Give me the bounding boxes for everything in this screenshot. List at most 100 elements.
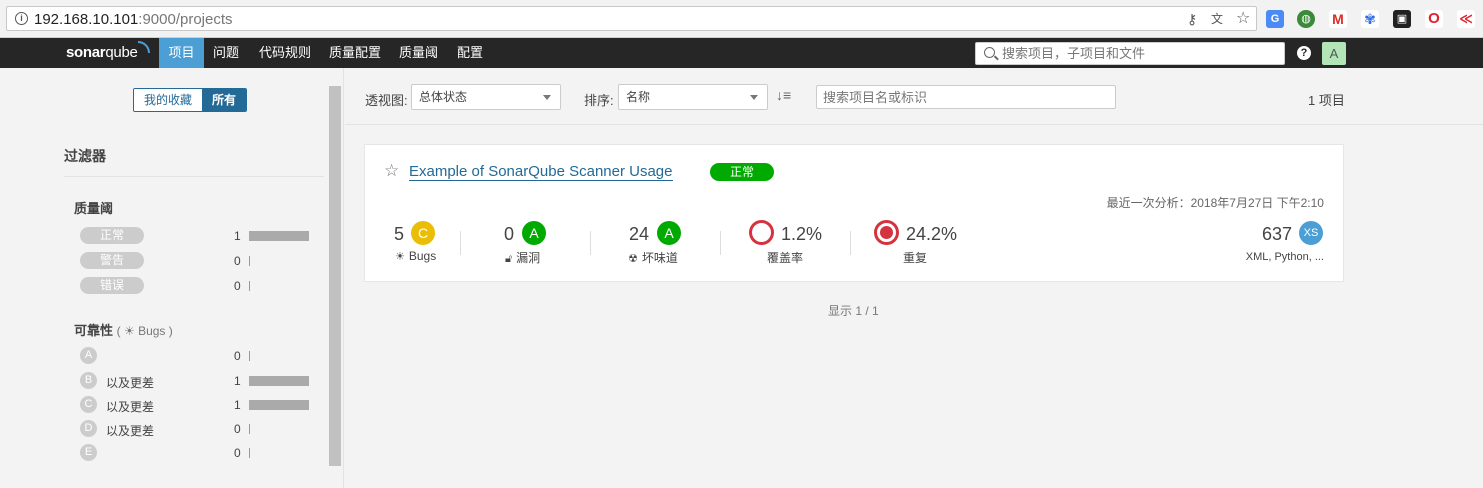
translate-icon[interactable]: 文 [1211, 11, 1223, 27]
filter-option-warning[interactable]: 警告 [80, 252, 144, 269]
code-smells-rating[interactable]: A [657, 221, 681, 245]
project-name-link[interactable]: Example of SonarQube Scanner Usage [409, 163, 673, 181]
filters-title: 过滤器 [64, 148, 106, 164]
code-smells-value[interactable]: 24 [629, 224, 649, 245]
global-search-input[interactable] [1002, 45, 1272, 62]
sort-value: 名称 [626, 90, 651, 104]
bugs-rating[interactable]: C [411, 221, 435, 245]
filter-grade-label: 以及更差 [106, 424, 155, 438]
info-icon[interactable]: i [15, 12, 28, 25]
browser-toolbar: i 192.168.10.101:9000/projects ⚷ 文 ☆ G ◍… [0, 0, 1483, 38]
baidu-icon[interactable]: ✾ [1361, 10, 1379, 28]
panda-icon[interactable]: ▣ [1393, 10, 1411, 28]
bugs-label: ☀ Bugs [395, 249, 437, 263]
project-count: 1 项目 [1308, 93, 1345, 108]
vulnerabilities-label: 🔓︎ 漏洞 [505, 251, 541, 265]
filter-grade-d[interactable]: D [80, 420, 97, 437]
key-icon[interactable]: ⚷ [1187, 11, 1197, 27]
sort-label: 排序: [584, 93, 614, 108]
chevron-down-icon [543, 95, 551, 100]
bookmark-star-icon[interactable]: ☆ [1236, 11, 1250, 27]
nav-item-administration[interactable]: 配置 [449, 38, 491, 68]
project-search[interactable] [816, 85, 1116, 109]
favorites-toggle: 我的收藏 所有 [133, 88, 248, 112]
filter-grade-b[interactable]: B [80, 372, 97, 389]
filters-sidebar: 我的收藏 所有 过滤器 质量阈 正常 1 警告 0 错误 0 可靠性 ( ☀ B… [0, 68, 344, 488]
nav-item-quality-gates[interactable]: 质量阈 [391, 38, 446, 68]
chevron-down-icon [750, 95, 758, 100]
project-card: ☆ Example of SonarQube Scanner Usage 正常 … [364, 144, 1344, 282]
filter-bar [249, 351, 250, 361]
coverage-value[interactable]: 1.2% [781, 224, 822, 245]
nav-item-rules[interactable]: 代码规则 [251, 38, 319, 68]
languages-list: XML, Python, ... [1245, 251, 1324, 263]
projects-toolbar: 透视图: 总体状态 排序: 名称 ↓≡ 1 项目 [345, 68, 1483, 125]
code-smells-label: ☢ 坏味道 [628, 251, 678, 265]
filter-count: 0 [234, 422, 241, 436]
opera-icon[interactable]: O [1425, 10, 1443, 28]
coverage-donut-icon [749, 220, 774, 245]
top-navigation: sonarqube 项目 问题 代码规则 质量配置 质量阈 配置 ? A [0, 38, 1483, 68]
lock-icon: 🔓︎ [505, 253, 513, 265]
filter-option-error[interactable]: 错误 [80, 277, 144, 294]
search-icon [984, 47, 995, 58]
filter-bar [249, 231, 309, 241]
arrow-extension-icon[interactable]: ≪ [1457, 10, 1475, 28]
nav-item-issues[interactable]: 问题 [205, 38, 247, 68]
toggle-all[interactable]: 所有 [202, 89, 247, 111]
sidebar-scrollbar[interactable] [329, 86, 341, 466]
duplications-indicator-icon [874, 220, 899, 245]
filter-option-passed[interactable]: 正常 [80, 227, 144, 244]
filter-count: 1 [234, 229, 241, 243]
perspective-value: 总体状态 [419, 90, 468, 104]
bug-icon: ☀ [395, 251, 405, 263]
last-analysis-date: 最近一次分析：2018年7月27日 下午2:10 [1106, 196, 1324, 210]
filter-grade-e[interactable]: E [80, 444, 97, 461]
filter-bar [249, 400, 309, 410]
favorite-star-icon[interactable]: ☆ [384, 161, 399, 181]
duplications-value[interactable]: 24.2% [906, 224, 957, 245]
filters-divider [64, 176, 324, 177]
help-icon[interactable]: ? [1297, 46, 1311, 60]
projects-main: 透视图: 总体状态 排序: 名称 ↓≡ 1 项目 ☆ Example of So… [345, 68, 1483, 488]
sonarqube-logo[interactable]: sonarqube [66, 44, 138, 61]
metric-divider [460, 231, 461, 255]
global-search[interactable] [975, 42, 1285, 65]
project-search-input[interactable] [817, 86, 1115, 108]
url-text[interactable]: 192.168.10.101:9000/projects [34, 11, 233, 28]
filter-grade-a[interactable]: A [80, 347, 97, 364]
perspective-select[interactable]: 总体状态 [411, 84, 561, 110]
filter-bar [249, 256, 250, 266]
duplications-label: 重复 [903, 251, 928, 265]
google-translate-icon[interactable]: G [1266, 10, 1284, 28]
pagination-info: 显示 1 / 1 [828, 304, 879, 318]
filter-count: 1 [234, 398, 241, 412]
reliability-subtitle: ( ☀ Bugs ) [116, 324, 173, 338]
nav-item-projects[interactable]: 项目 [159, 38, 204, 68]
sort-select[interactable]: 名称 [618, 84, 768, 110]
vulnerabilities-rating[interactable]: A [522, 221, 546, 245]
metric-divider [720, 231, 721, 255]
filter-count: 1 [234, 374, 241, 388]
metric-divider [850, 231, 851, 255]
filter-bar [249, 424, 250, 434]
toggle-favorites[interactable]: 我的收藏 [134, 89, 203, 111]
metric-divider [590, 231, 591, 255]
gmail-icon[interactable]: M [1329, 10, 1347, 28]
vulnerabilities-value[interactable]: 0 [504, 224, 514, 245]
filter-count: 0 [234, 349, 241, 363]
filter-grade-c[interactable]: C [80, 396, 97, 413]
filter-count: 0 [234, 446, 241, 460]
radiation-icon: ☢ [628, 253, 638, 265]
nav-item-quality-profiles[interactable]: 质量配置 [321, 38, 389, 68]
sort-direction-icon[interactable]: ↓≡ [776, 87, 791, 103]
bugs-value[interactable]: 5 [394, 224, 404, 245]
address-bar[interactable]: i 192.168.10.101:9000/projects ⚷ 文 ☆ [6, 6, 1257, 31]
size-rating-badge: XS [1299, 221, 1323, 245]
logo-wave-icon [138, 41, 150, 53]
filter-count: 0 [234, 279, 241, 293]
lines-of-code-value[interactable]: 637 [1262, 224, 1292, 245]
globe-extension-icon[interactable]: ◍ [1297, 10, 1315, 28]
quality-gate-filter-title: 质量阈 [74, 201, 114, 216]
avatar[interactable]: A [1322, 42, 1346, 65]
